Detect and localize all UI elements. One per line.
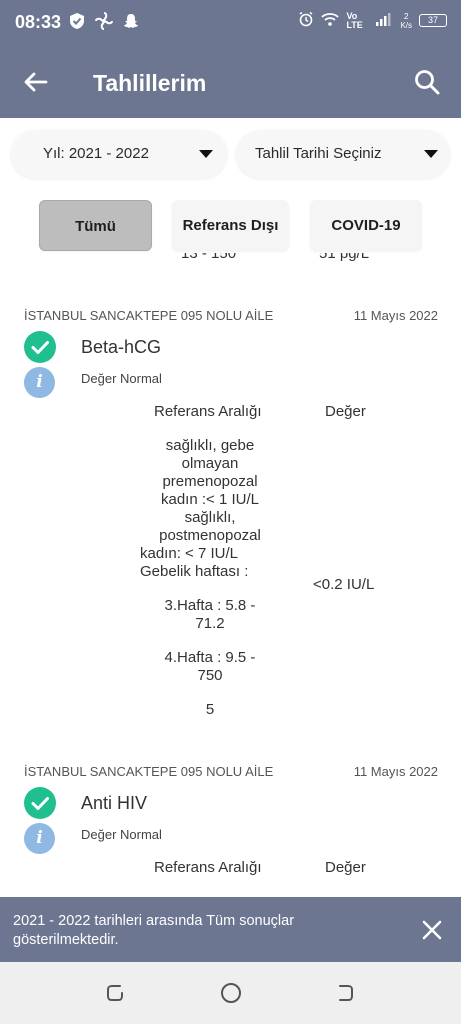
chip-out-of-reference[interactable]: Referans Dışı [172, 200, 289, 251]
ref-line: premenopozal [162, 473, 258, 490]
recents-icon [107, 985, 123, 1001]
page-title: Tahlillerim [93, 70, 207, 96]
ref-range-header: Referans Aralığı [154, 403, 262, 420]
check-icon [24, 787, 56, 819]
ref-line [140, 633, 280, 649]
check-icon [24, 331, 56, 363]
result-value: <0.2 IU/L [313, 576, 375, 593]
status-time: 08:33 [15, 12, 62, 32]
ref-line: 3.Hafta : 5.8 - [164, 597, 256, 614]
reference-range: sağlıklı, gebe olmayan premenopozal kadı… [140, 437, 280, 719]
back-icon [339, 985, 353, 1001]
home-button[interactable] [219, 981, 243, 1005]
result-status: Değer Normal [81, 827, 162, 842]
info-icon[interactable]: i [24, 367, 55, 398]
status-icons-left [68, 12, 140, 30]
cutoff-ref-range: 13 - 150 [181, 253, 237, 262]
screen: 08:33 Vo LTE 2 K/s 37 Tahlillerim Yıl: 2… [0, 0, 461, 1024]
navigation-bar [0, 962, 461, 1024]
snapchat-icon [122, 12, 140, 30]
recents-button[interactable] [103, 981, 127, 1005]
value-header: Değer [325, 859, 366, 876]
lab-name: İSTANBUL SANCAKTEPE 095 NOLU AİLE [24, 308, 274, 323]
back-button[interactable] [20, 66, 52, 98]
snackbar-message: 2021 - 2022 tarihleri arasında Tüm sonuç… [13, 913, 295, 948]
snackbar-close-button[interactable] [421, 919, 443, 941]
ref-line: postmenopozal [159, 527, 261, 544]
result-date: 11 Mayıs 2022 [353, 764, 438, 779]
chevron-down-icon [199, 150, 213, 158]
close-icon [422, 920, 442, 940]
pinwheel-icon [95, 12, 113, 30]
ref-line [140, 685, 280, 701]
ref-line: 750 [197, 667, 223, 684]
lab-name: İSTANBUL SANCAKTEPE 095 NOLU AİLE [24, 764, 274, 779]
results-list[interactable]: 13 - 150 51 pg/L İSTANBUL SANCAKTEPE 095… [0, 253, 461, 897]
year-select-label: Yıl: 2021 - 2022 [43, 145, 149, 162]
ref-line [140, 581, 280, 597]
chip-covid[interactable]: COVID-19 [310, 200, 422, 251]
ref-line: olmayan [181, 455, 239, 472]
ref-line: 71.2 [195, 615, 225, 632]
cutoff-value: 51 pg/L [319, 253, 370, 262]
app-bar: Tahlillerim [0, 46, 461, 118]
test-name[interactable]: Anti HIV [81, 793, 147, 814]
result-status: Değer Normal [81, 371, 162, 386]
net-speed-value: 2 [403, 11, 409, 21]
search-button[interactable] [411, 66, 443, 98]
ref-line: kadın :< 1 IU/L [161, 491, 259, 508]
year-select[interactable]: Yıl: 2021 - 2022 [11, 130, 227, 178]
value-header: Değer [325, 403, 366, 420]
chevron-down-icon [424, 150, 438, 158]
ref-line: Gebelik haftası : [140, 563, 249, 580]
ref-line: sağlıklı, [184, 509, 236, 526]
date-select[interactable]: Tahlil Tarihi Seçiniz [236, 130, 450, 178]
status-icons-right: Vo LTE 2 K/s 37 [298, 11, 447, 30]
ref-line: 4.Hafta : 9.5 - [164, 649, 256, 666]
signal-icon [375, 12, 393, 29]
net-speed: 2 K/s [400, 12, 412, 30]
ref-line: kadın: < 7 IU/L [140, 545, 238, 562]
test-name[interactable]: Beta-hCG [81, 337, 161, 358]
chip-all[interactable]: Tümü [39, 200, 152, 251]
net-speed-unit: K/s [400, 20, 412, 30]
arrow-left-icon [24, 72, 48, 92]
date-select-label: Tahlil Tarihi Seçiniz [255, 145, 382, 162]
battery-icon: 37 [419, 14, 447, 27]
info-icon[interactable]: i [24, 823, 55, 854]
status-bar: 08:33 Vo LTE 2 K/s 37 [0, 0, 461, 46]
alarm-icon [298, 11, 314, 30]
search-icon [415, 70, 440, 95]
ref-line: sağlıklı, gebe [165, 437, 255, 454]
result-date: 11 Mayıs 2022 [353, 308, 438, 323]
shield-check-icon [68, 12, 86, 30]
wifi-icon [321, 11, 340, 30]
network-type: Vo LTE [346, 10, 363, 30]
snackbar: 2021 - 2022 tarihleri arasında Tüm sonuç… [0, 897, 461, 962]
ref-line: 5 [205, 701, 215, 718]
ref-range-header: Referans Aralığı [154, 859, 262, 876]
system-back-button[interactable] [333, 981, 357, 1005]
home-icon [221, 983, 241, 1003]
